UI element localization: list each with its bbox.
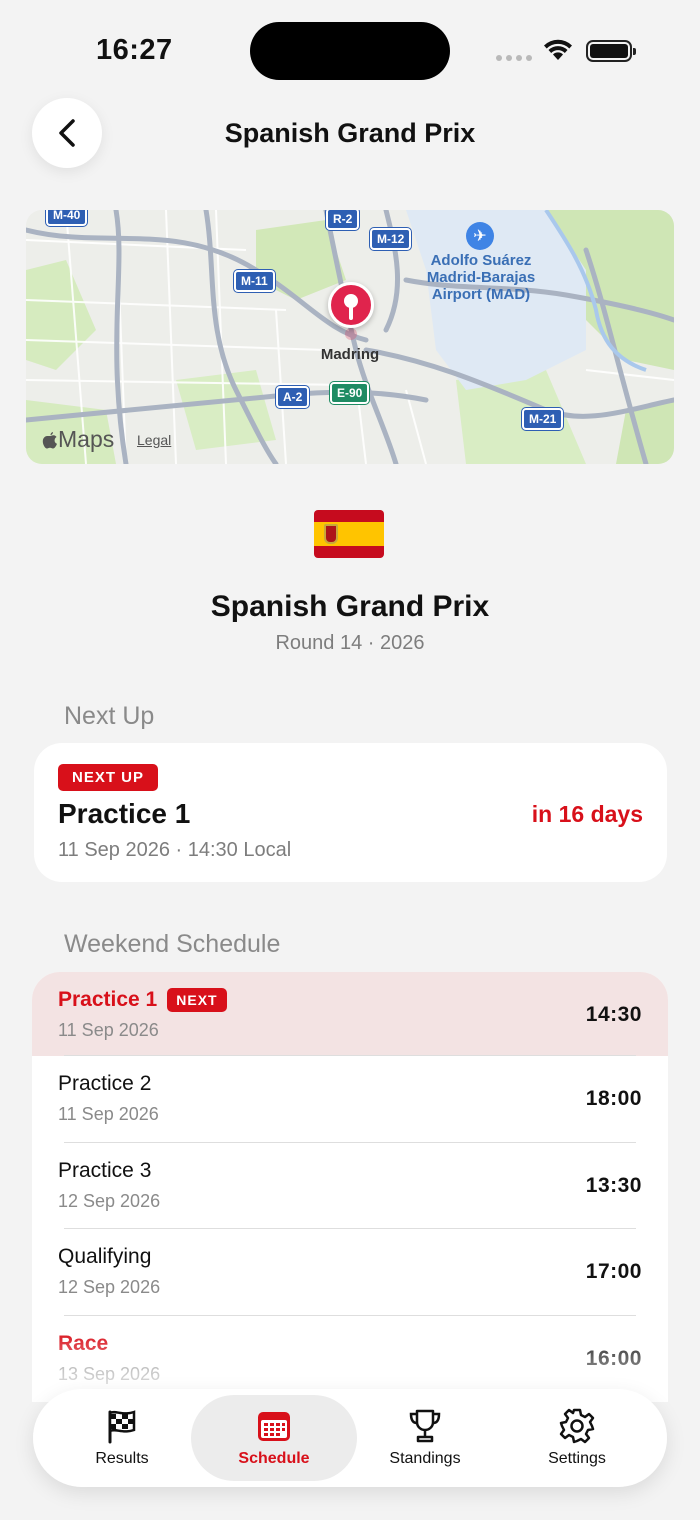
dynamic-island [250,22,450,80]
session-time: 14:30 [585,1003,642,1026]
session-name: Practice 2 [58,1072,152,1095]
road-shield: M-12 [370,228,412,250]
tab-label: Standings [389,1450,461,1467]
event-title: Spanish Grand Prix [210,590,490,623]
calendar-icon [258,1412,290,1441]
session-date: 11 Sep 2026 [58,1020,159,1040]
maps-logo: Maps [42,426,114,453]
status-time: 16:27 [96,34,173,66]
spain-flag-icon [314,510,384,558]
checkered-flag-icon [108,1410,136,1444]
schedule-row-practice-1[interactable]: Practice 1 NEXT 11 Sep 2026 14:30 [32,972,668,1056]
session-date: 12 Sep 2026 [58,1277,161,1297]
battery-icon [586,40,636,62]
nav-title: Spanish Grand Prix [224,118,476,148]
next-badge: NEXT [167,988,227,1012]
road-shield: M-11 [234,270,275,292]
next-session-date: 11 Sep 2026 · 14:30 Local [58,839,292,861]
session-name: Race [58,1331,109,1355]
tab-settings[interactable]: Settings [494,1395,660,1481]
pin-shadow [345,328,357,340]
schedule-row-practice-3[interactable]: Practice 3 12 Sep 2026 13:30 [32,1143,668,1229]
tab-label: Settings [548,1450,606,1467]
next-up-section-title: Next Up [64,702,155,730]
weekend-schedule-section-title: Weekend Schedule [64,930,281,958]
gear-icon [559,1408,595,1444]
session-name: Practice 3 [58,1158,152,1182]
session-time: 17:00 [585,1260,642,1283]
trophy-icon [409,1409,441,1443]
session-time: 18:00 [585,1087,642,1110]
road-shield: R-2 [326,210,360,230]
event-subtitle: Round 14 · 2026 [275,632,425,654]
road-shield: A-2 [276,386,310,408]
session-time: 16:00 [585,1346,642,1370]
apple-logo-icon [42,431,57,448]
session-name-wrapper: Practice 1 NEXT [58,988,227,1012]
session-time: 13:30 [585,1173,642,1197]
tab-standings[interactable]: Standings [342,1395,508,1481]
tab-results[interactable]: Results [39,1395,205,1481]
next-up-card[interactable]: NEXT UP Practice 1 11 Sep 2026 · 14:30 L… [34,743,667,882]
next-up-badge: NEXT UP [58,764,159,791]
road-shield: M-21 [522,408,564,430]
airport-icon: ✈ [466,222,494,250]
wifi-icon [544,39,572,60]
tab-label: Schedule [238,1450,310,1467]
schedule-list: Practice 1 NEXT 11 Sep 2026 14:30 Practi… [32,972,668,1402]
maps-brand-text: Maps [58,426,115,452]
status-bar: 16:27 [0,0,700,100]
session-date: 11 Sep 2026 [58,1104,159,1124]
tab-bar: Results Schedule Standings Settings [33,1389,667,1487]
cellular-signal-icon [496,55,532,61]
tab-label: Results [95,1450,149,1467]
session-name: Qualifying [58,1245,152,1268]
session-date: 13 Sep 2026 [58,1363,161,1384]
countdown: in 16 days [531,801,643,827]
circuit-map[interactable]: M-40 R-2 M-12 M-11 A-2 E-90 M-21 ✈ Adolf… [26,210,674,464]
pin-label: Madring [320,346,380,363]
schedule-row-practice-2[interactable]: Practice 2 11 Sep 2026 18:00 [32,1056,668,1143]
next-session-name: Practice 1 [58,798,191,829]
road-shield: M-40 [46,210,88,226]
session-name: Practice 1 [58,988,158,1011]
schedule-row-qualifying[interactable]: Qualifying 12 Sep 2026 17:00 [32,1229,668,1316]
tab-schedule[interactable]: Schedule [191,1395,357,1481]
road-shield: E-90 [330,382,370,404]
legal-link[interactable]: Legal [137,432,171,448]
airport-label: Adolfo Suárez Madrid-Barajas Airport (MA… [426,252,536,303]
session-date: 12 Sep 2026 [58,1190,161,1211]
location-pin-icon[interactable] [328,282,374,328]
